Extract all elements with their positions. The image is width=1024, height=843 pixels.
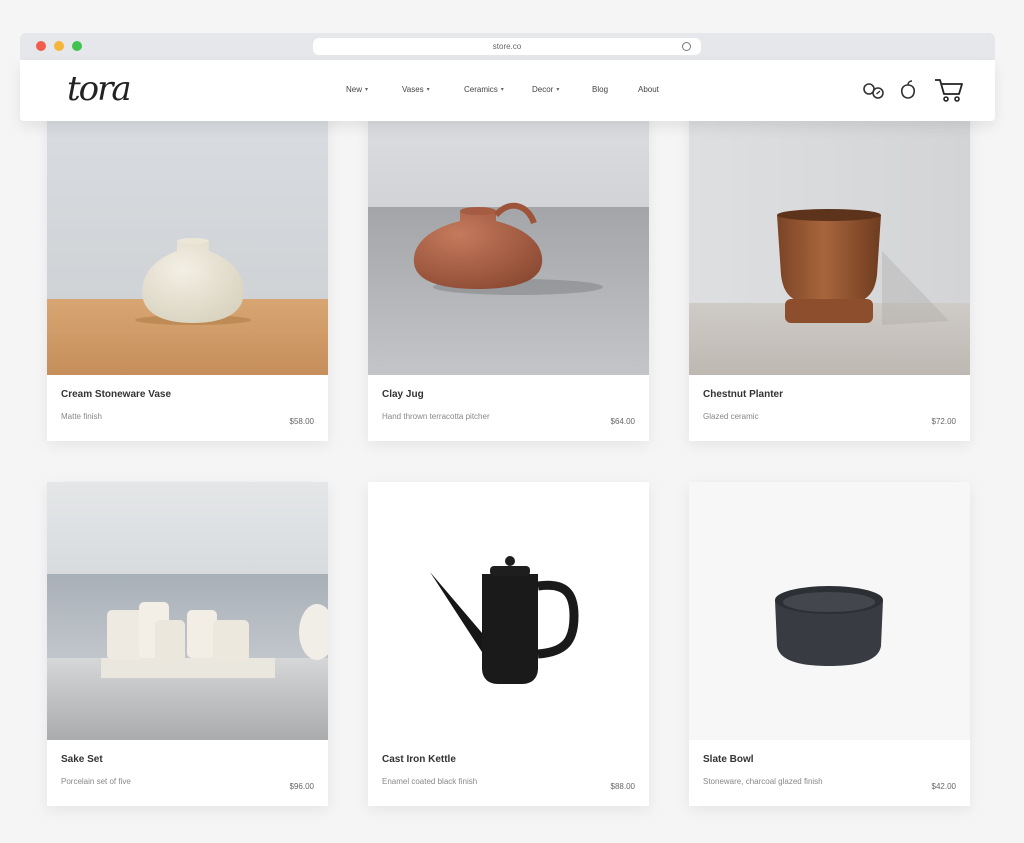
maximize-window-button[interactable] <box>72 41 82 51</box>
product-subtitle: Matte finish <box>61 412 102 421</box>
product-title[interactable]: Cream Stoneware Vase <box>61 389 171 400</box>
terracotta-jug-image <box>368 111 649 375</box>
site-header: tora New ▾ Vases ▾ Ceramics ▾ Decor ▾ Bl… <box>20 60 995 121</box>
brown-planter-image <box>689 111 970 375</box>
product-card[interactable]: Cream Stoneware Vase Matte finish $58.00 <box>47 111 328 441</box>
site-logo[interactable]: tora <box>67 69 132 109</box>
nav-item-about[interactable]: About <box>638 85 678 94</box>
browser-titlebar: store.co <box>20 33 995 60</box>
product-card[interactable]: Cast Iron Kettle Enamel coated black fin… <box>368 482 649 806</box>
product-subtitle: Porcelain set of five <box>61 777 131 786</box>
address-bar[interactable]: store.co <box>313 38 701 55</box>
cart-icon[interactable] <box>933 76 965 104</box>
chevron-down-icon: ▾ <box>500 87 504 93</box>
chevron-down-icon: ▾ <box>365 87 369 93</box>
nav-item-label: Blog <box>592 85 609 94</box>
nav-item-ceramics[interactable]: Ceramics ▾ <box>464 85 532 94</box>
product-card[interactable]: Slate Bowl Stoneware, charcoal glazed fi… <box>689 482 970 806</box>
main-nav: New ▾ Vases ▾ Ceramics ▾ Decor ▾ Blog Ab… <box>346 85 678 94</box>
product-price: $64.00 <box>610 417 635 426</box>
product-card[interactable]: Sake Set Porcelain set of five $96.00 <box>47 482 328 806</box>
nav-item-label: New <box>346 85 363 94</box>
product-price: $88.00 <box>610 782 635 791</box>
close-window-button[interactable] <box>36 41 46 51</box>
browser-window: store.co tora New ▾ Vases ▾ Ceramics ▾ D… <box>20 33 995 121</box>
reload-icon[interactable] <box>682 42 691 51</box>
product-card[interactable]: Chestnut Planter Glazed ceramic $72.00 <box>689 111 970 441</box>
charcoal-bowl-image <box>689 482 970 740</box>
product-image[interactable] <box>368 111 649 375</box>
nav-item-label: Vases <box>402 85 424 94</box>
product-subtitle: Stoneware, charcoal glazed finish <box>703 777 823 786</box>
cream-vase-image <box>47 111 328 375</box>
product-image[interactable] <box>689 111 970 375</box>
product-subtitle: Glazed ceramic <box>703 412 759 421</box>
product-subtitle: Enamel coated black finish <box>382 777 478 786</box>
product-title[interactable]: Clay Jug <box>382 389 424 400</box>
product-info: Clay Jug Hand thrown terracotta pitcher … <box>368 375 649 441</box>
header-icons <box>861 76 965 104</box>
product-info: Sake Set Porcelain set of five $96.00 <box>47 740 328 806</box>
nav-item-new[interactable]: New ▾ <box>346 85 402 94</box>
product-title[interactable]: Slate Bowl <box>703 754 754 765</box>
nav-item-label: Ceramics <box>464 85 498 94</box>
nav-item-label: Decor <box>532 85 554 94</box>
product-image[interactable] <box>47 482 328 740</box>
product-title[interactable]: Cast Iron Kettle <box>382 754 456 765</box>
product-price: $42.00 <box>931 782 956 791</box>
product-title[interactable]: Sake Set <box>61 754 103 765</box>
nav-item-label: About <box>638 85 659 94</box>
minimize-window-button[interactable] <box>54 41 64 51</box>
product-price: $96.00 <box>289 782 314 791</box>
black-kettle-image <box>368 482 649 740</box>
product-card[interactable]: Clay Jug Hand thrown terracotta pitcher … <box>368 111 649 441</box>
nav-item-decor[interactable]: Decor ▾ <box>532 85 592 94</box>
product-info: Cream Stoneware Vase Matte finish $58.00 <box>47 375 328 441</box>
product-info: Slate Bowl Stoneware, charcoal glazed fi… <box>689 740 970 806</box>
product-image[interactable] <box>368 482 649 740</box>
chevron-down-icon: ▾ <box>556 87 560 93</box>
nav-item-vases[interactable]: Vases ▾ <box>402 85 464 94</box>
product-image[interactable] <box>689 482 970 740</box>
chevron-down-icon: ▾ <box>426 87 430 93</box>
product-info: Chestnut Planter Glazed ceramic $72.00 <box>689 375 970 441</box>
product-price: $58.00 <box>289 417 314 426</box>
account-icon[interactable] <box>897 77 919 103</box>
product-title[interactable]: Chestnut Planter <box>703 389 783 400</box>
product-info: Cast Iron Kettle Enamel coated black fin… <box>368 740 649 806</box>
product-image[interactable] <box>47 111 328 375</box>
sake-set-image <box>47 482 328 740</box>
address-bar-url: store.co <box>492 42 522 51</box>
product-subtitle: Hand thrown terracotta pitcher <box>382 412 490 421</box>
nav-item-blog[interactable]: Blog <box>592 85 638 94</box>
search-icon[interactable] <box>861 77 887 103</box>
product-price: $72.00 <box>931 417 956 426</box>
